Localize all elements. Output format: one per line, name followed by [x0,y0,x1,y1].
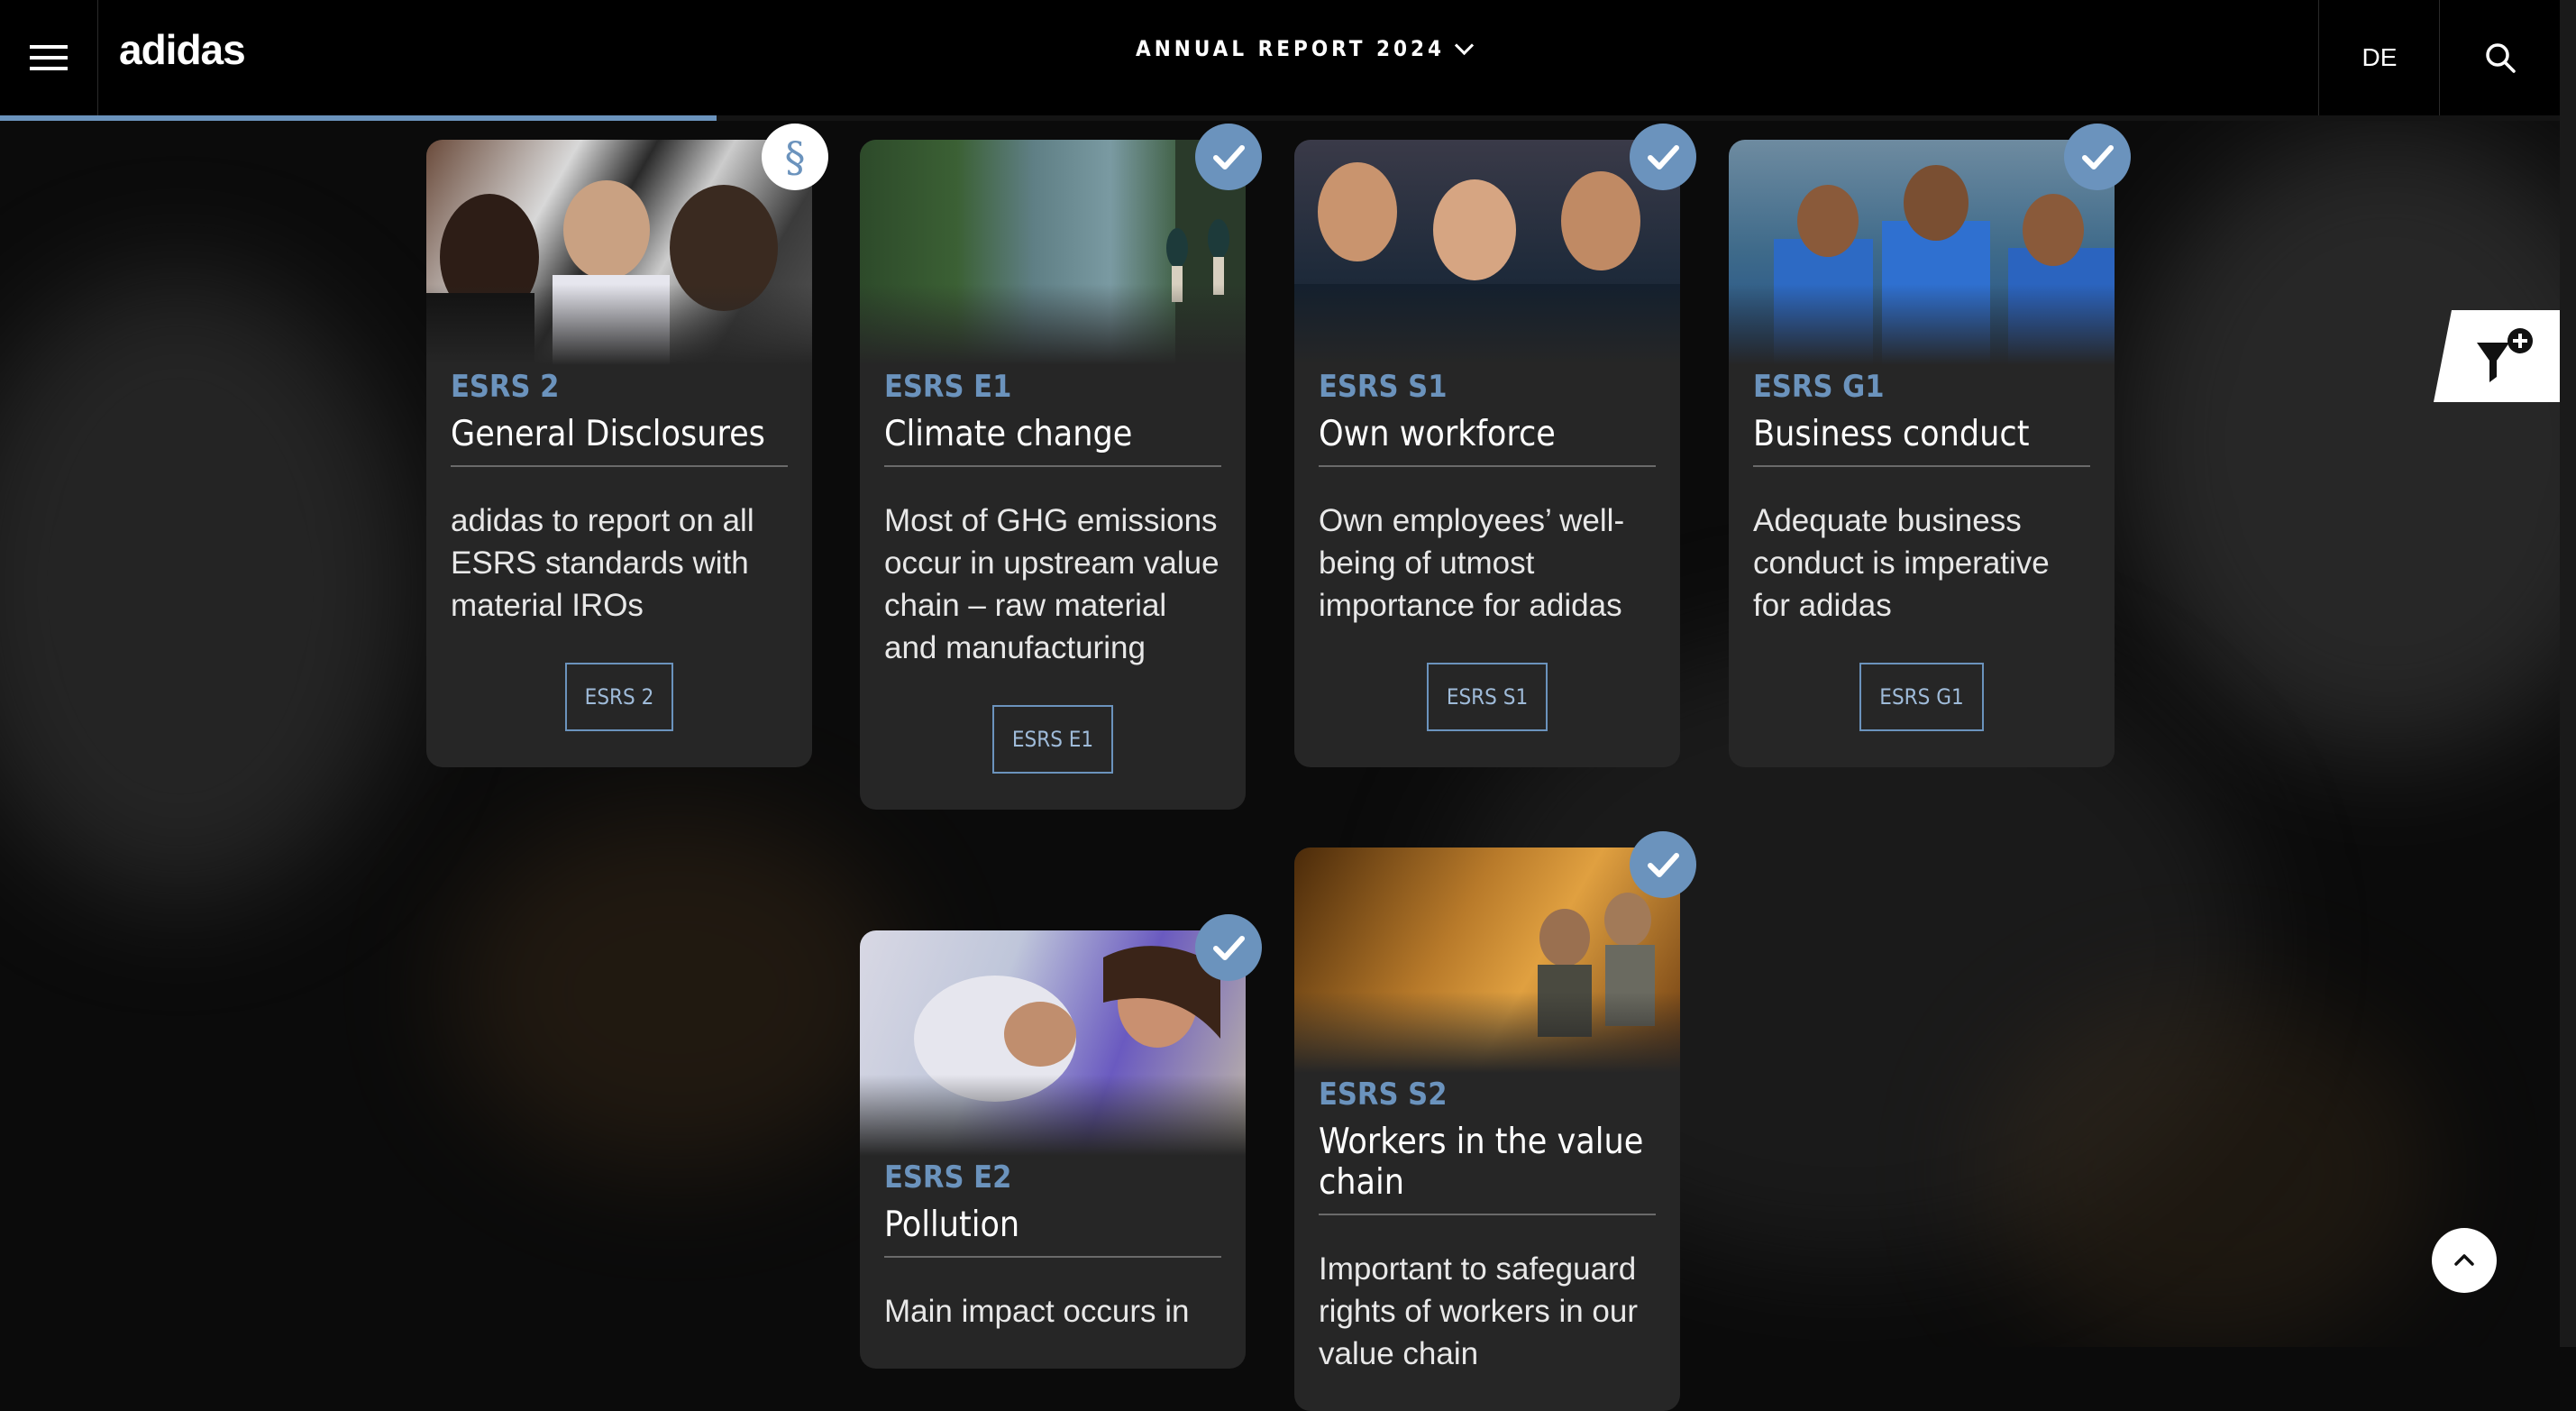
language-switch[interactable]: DE [2318,0,2440,115]
card-title: Own workforce [1319,405,1656,467]
filter-button[interactable] [2434,310,2560,402]
check-icon [1630,124,1696,190]
card-description: Main impact occurs in [884,1294,1190,1329]
esrs-tag-button[interactable]: ESRS G1 [1859,663,1984,731]
esrs-tag-button[interactable]: ESRS 2 [564,663,674,731]
card-description: Important to safeguard rights of workers… [1319,1251,1639,1371]
report-title: ANNUAL REPORT 2024 [1136,36,1446,61]
search-icon [2486,43,2516,73]
card-image [860,930,1246,1156]
card-esrs-e1[interactable]: ESRS E1 Climate change Most of GHG emiss… [860,124,1262,810]
card-title: Business conduct [1753,405,2090,467]
esrs-tag-button[interactable]: ESRS E1 [991,705,1114,774]
hamburger-icon [30,45,68,70]
esrs-tag-button[interactable]: ESRS S1 [1426,663,1548,731]
check-icon [1195,124,1262,190]
paragraph-icon: § [762,124,828,190]
search-button[interactable] [2439,0,2561,115]
card-esrs-e2[interactable]: ESRS E2 Pollution Main impact occurs in [860,914,1262,1369]
top-navigation-bar: adidas ANNUAL REPORT 2024 DE [0,0,2560,115]
check-icon [1195,914,1262,981]
card-esrs-2[interactable]: § ESRS 2 General Disclosures adidas to r… [426,124,828,767]
scroll-to-top-button[interactable] [2432,1228,2497,1293]
chevron-up-icon [2454,1254,2474,1266]
card-title: Workers in the value chain [1319,1113,1656,1215]
card-image [1729,140,2115,365]
check-icon [2064,124,2131,190]
card-title: General Disclosures [451,405,788,467]
card-code: ESRS G1 [1753,369,1885,405]
card-description: Own employees’ well-being of utmost impo… [1319,503,1625,623]
card-image [426,140,812,365]
menu-button[interactable] [0,0,98,115]
card-image [1294,848,1680,1073]
brand-logo[interactable]: adidas [119,25,246,74]
card-description: Adequate business conduct is imperative … [1753,503,2050,623]
card-code: ESRS S2 [1319,1077,1448,1113]
card-description: adidas to report on all ESRS standards w… [451,503,754,623]
card-code: ESRS E1 [884,369,1012,405]
card-image [1294,140,1680,365]
card-code: ESRS S1 [1319,369,1448,405]
card-code: ESRS E2 [884,1159,1012,1196]
card-title: Climate change [884,405,1221,467]
blurred-background [0,0,2576,1347]
page-scrollbar[interactable] [2560,0,2576,1347]
card-title: Pollution [884,1196,1221,1258]
filter-add-icon [2477,328,2533,382]
check-icon [1630,831,1696,898]
chevron-down-icon [1454,35,1475,55]
card-description: Most of GHG emissions occur in upstream … [884,503,1219,665]
card-esrs-g1[interactable]: ESRS G1 Business conduct Adequate busine… [1729,124,2131,767]
report-selector[interactable]: ANNUAL REPORT 2024 [1136,35,1475,61]
card-code: ESRS 2 [451,369,560,405]
card-esrs-s2[interactable]: ESRS S2 Workers in the value chain Impor… [1294,831,1696,1411]
card-image [860,140,1246,365]
reading-progress-fill [0,115,717,121]
card-esrs-s1[interactable]: ESRS S1 Own workforce Own employees’ wel… [1294,124,1696,767]
reading-progress-bar [0,115,2560,121]
